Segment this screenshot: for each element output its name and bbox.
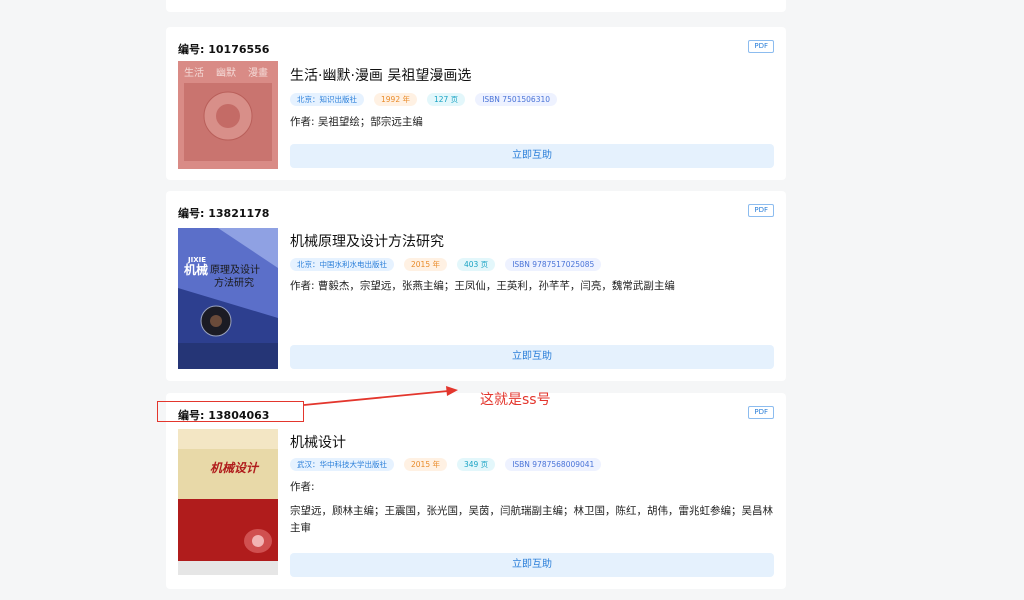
book-author: 作者: 曹毅杰，宗望远，张燕主编；王凤仙，王英利，孙芊芊，闫亮，魏常武副主编 bbox=[290, 278, 675, 295]
year-tag: 2015 年 bbox=[404, 458, 447, 471]
author-names: 曹毅杰，宗望远，张燕主编；王凤仙，王英利，孙芊芊，闫亮，魏常武副主编 bbox=[317, 280, 675, 292]
book-number: 编号: 13821178 bbox=[178, 207, 270, 220]
mutual-help-button[interactable]: 立即互助 bbox=[290, 345, 774, 369]
author-names: 吴祖望绘；郜宗远主编 bbox=[317, 116, 423, 128]
book-cover[interactable]: JIXIE 机械 原理及设计 方法研究 bbox=[178, 228, 278, 369]
book-tags: 武汉：华中科技大学出版社 2015 年 349 页 ISBN 978756800… bbox=[290, 458, 602, 471]
year-tag: 2015 年 bbox=[404, 258, 447, 271]
book-card: 编号: 13804063 PDF 机械设计 机械设计 武汉：华中科技大学出版社 … bbox=[166, 393, 786, 589]
cover-text: 机械设计 bbox=[210, 461, 260, 475]
author-prefix: 作者: bbox=[290, 116, 315, 128]
book-author: 作者: 吴祖望绘；郜宗远主编 bbox=[290, 114, 423, 131]
book-title[interactable]: 生活·幽默·漫画 吴祖望漫画选 bbox=[290, 65, 471, 85]
annotation-highlight-box bbox=[157, 401, 304, 422]
publisher-tag: 北京：知识出版社 bbox=[290, 93, 364, 106]
pages-tag: 403 页 bbox=[456, 258, 496, 271]
author-names: 宗望远，顾林主编；王震国，张光国，吴茵，闫航瑞副主编；林卫国，陈红，胡伟，雷兆虹… bbox=[290, 505, 773, 534]
search-results-page: 编号: 10176556 PDF 生活 幽默 漫畫 生活·幽默·漫画 吴祖望漫画… bbox=[0, 0, 1024, 600]
mutual-help-button[interactable]: 立即互助 bbox=[290, 144, 774, 168]
book-card: 编号: 10176556 PDF 生活 幽默 漫畫 生活·幽默·漫画 吴祖望漫画… bbox=[166, 27, 786, 180]
previous-book-card bbox=[166, 0, 786, 12]
book-title[interactable]: 机械设计 bbox=[290, 432, 346, 452]
author-prefix: 作者: bbox=[290, 280, 315, 292]
isbn-tag: ISBN 9787517025085 bbox=[505, 258, 602, 271]
cover-text: 幽默 bbox=[216, 67, 236, 79]
pages-tag: 349 页 bbox=[456, 458, 496, 471]
author-label: 作者: bbox=[290, 481, 315, 493]
pages-tag: 127 页 bbox=[426, 93, 466, 106]
isbn-tag: ISBN 7501506310 bbox=[475, 93, 558, 106]
pdf-badge[interactable]: PDF bbox=[748, 406, 774, 419]
book-number: 编号: 10176556 bbox=[178, 43, 270, 56]
cover-text: 生活 bbox=[184, 66, 204, 79]
book-cover[interactable]: 机械设计 bbox=[178, 429, 278, 575]
mutual-help-button[interactable]: 立即互助 bbox=[290, 553, 774, 577]
book-tags: 北京：中国水利水电出版社 2015 年 403 页 ISBN 978751702… bbox=[290, 258, 602, 271]
cover-text: 漫畫 bbox=[248, 66, 268, 79]
publisher-tag: 武汉：华中科技大学出版社 bbox=[290, 458, 394, 471]
book-tags: 北京：知识出版社 1992 年 127 页 ISBN 7501506310 bbox=[290, 93, 558, 106]
cover-text: 方法研究 bbox=[214, 276, 254, 289]
annotation-label: 这就是ss号 bbox=[480, 392, 551, 408]
pdf-badge[interactable]: PDF bbox=[748, 40, 774, 53]
book-title[interactable]: 机械原理及设计方法研究 bbox=[290, 231, 444, 251]
publisher-tag: 北京：中国水利水电出版社 bbox=[290, 258, 394, 271]
book-card: 编号: 13821178 PDF JIXIE 机械 原理及设计 方法研究 机械原… bbox=[166, 191, 786, 381]
pdf-badge[interactable]: PDF bbox=[748, 204, 774, 217]
cover-text: 原理及设计 bbox=[210, 263, 260, 276]
isbn-tag: ISBN 9787568009041 bbox=[505, 458, 602, 471]
book-cover[interactable]: 生活 幽默 漫畫 bbox=[178, 61, 278, 169]
cover-text: 机械 bbox=[184, 262, 208, 277]
year-tag: 1992 年 bbox=[374, 93, 417, 106]
